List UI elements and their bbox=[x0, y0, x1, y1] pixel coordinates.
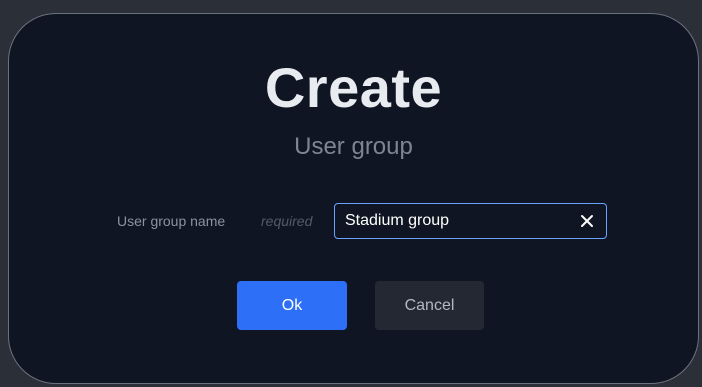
dialog-title: Create bbox=[264, 56, 443, 119]
close-icon[interactable] bbox=[576, 210, 598, 232]
dialog-subtitle: User group bbox=[294, 133, 413, 160]
user-group-name-input[interactable] bbox=[345, 204, 565, 238]
ok-button[interactable]: Ok bbox=[237, 281, 347, 330]
cancel-button[interactable]: Cancel bbox=[375, 281, 484, 330]
create-user-group-dialog: Create User group User group name requir… bbox=[8, 13, 699, 384]
required-indicator: required bbox=[261, 213, 313, 229]
user-group-name-label: User group name bbox=[117, 213, 226, 229]
user-group-name-field bbox=[334, 203, 607, 239]
